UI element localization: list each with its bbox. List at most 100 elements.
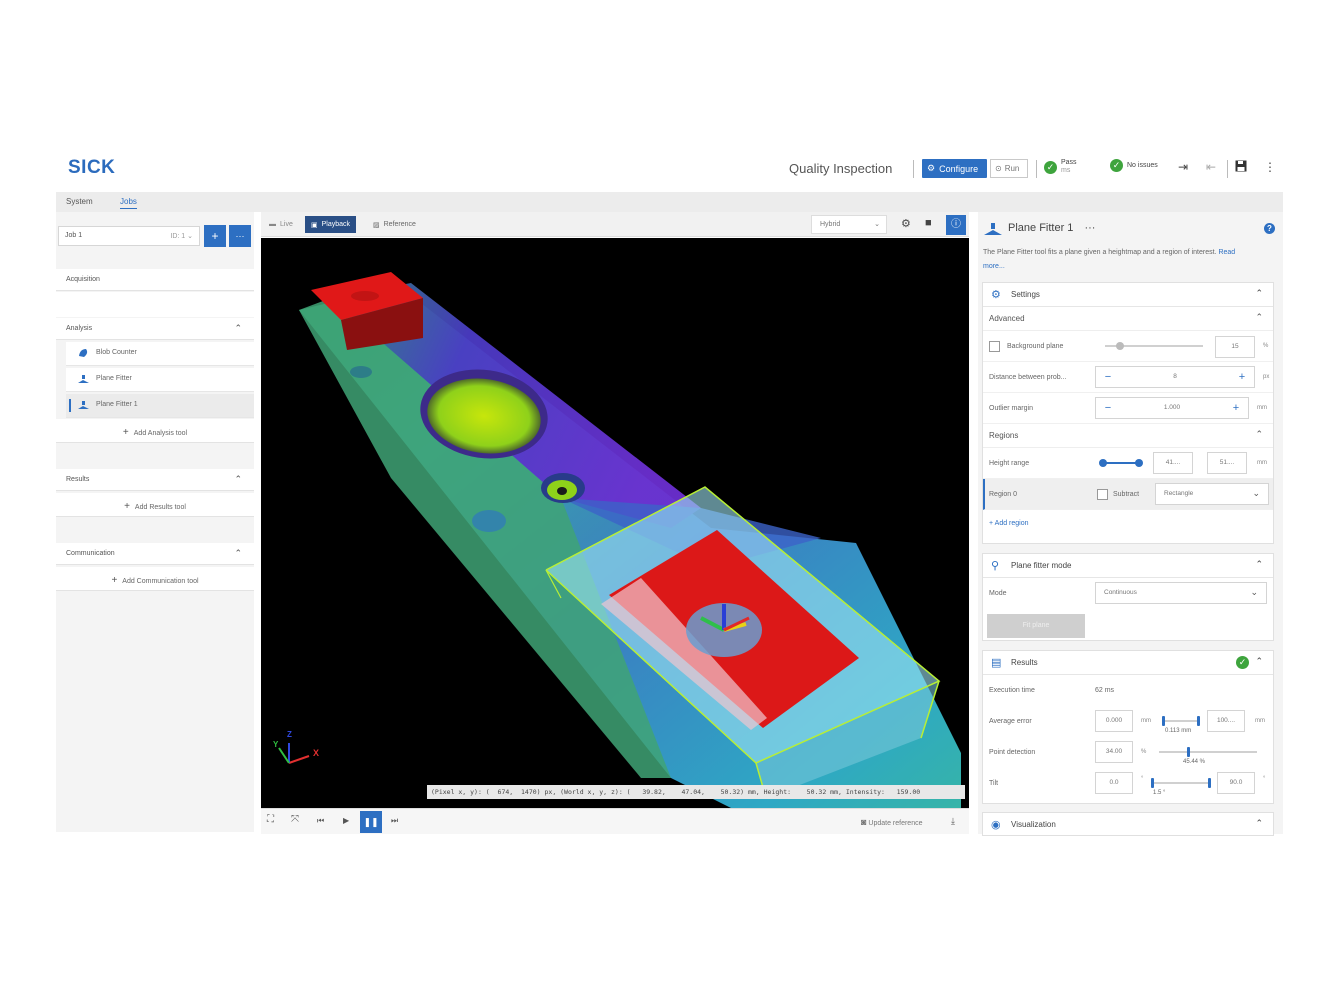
job-select[interactable]: Job 1 ID: 1 ⌄	[58, 226, 200, 246]
tool-title: Plane Fitter 1 ···	[1008, 222, 1095, 234]
advanced-title: Advanced	[989, 314, 1025, 323]
avg-range-slider[interactable]	[1163, 720, 1199, 722]
range-min-handle[interactable]	[1151, 778, 1154, 788]
add-job-button[interactable]: +	[204, 225, 226, 247]
viewer-panel: ▬ Live ▣ Playback ▨ Reference Hybrid ⌄ ⚙…	[261, 212, 969, 834]
decrement-button[interactable]: −	[1096, 398, 1120, 418]
tool-blob-counter[interactable]: Blob Counter	[66, 342, 254, 366]
chevron-up-icon: ⌃	[1255, 429, 1263, 439]
save-icon[interactable]	[1235, 160, 1247, 175]
add-analysis-tool-button[interactable]: + Add Analysis tool	[56, 419, 254, 443]
3d-heightmap-view[interactable]: X Z Y (Pixel x, y): ( 674, 1470) px, (Wo…	[261, 238, 969, 808]
subtract-checkbox[interactable]	[1097, 489, 1108, 500]
plane-fitter-mode-card: ⚲ Plane fitter mode ⌃ Mode Continuous ⌄ …	[982, 553, 1274, 641]
tool-plane-fitter[interactable]: Plane Fitter	[66, 368, 254, 392]
tab-playback[interactable]: ▣ Playback	[305, 216, 357, 233]
range-max-knob[interactable]	[1135, 459, 1143, 467]
configure-button[interactable]: ⚙ Configure	[922, 159, 987, 178]
settings-gear-icon[interactable]: ⚙	[901, 217, 911, 230]
expand-icon[interactable]: ⤧	[291, 814, 299, 825]
sick-logo: SICK	[68, 157, 116, 178]
login-icon[interactable]: ⇥	[1178, 160, 1188, 174]
results-header[interactable]: ▤ Results ✓ ⌃	[983, 651, 1273, 675]
tab-jobs[interactable]: Jobs	[120, 197, 137, 209]
unit-label: °	[1141, 776, 1144, 782]
height-range-label: Height range	[989, 460, 1030, 467]
unit-label: mm	[1141, 718, 1151, 724]
decrement-button[interactable]: −	[1096, 367, 1120, 387]
avg-min-input[interactable]: 0.000	[1095, 710, 1133, 732]
range-min-handle[interactable]	[1162, 716, 1165, 726]
run-button[interactable]: ⊙ Run	[990, 159, 1028, 178]
tab-reference[interactable]: ▨ Reference	[367, 216, 422, 233]
regions-header[interactable]: Regions ⌃	[983, 424, 1273, 448]
add-results-tool-button[interactable]: + Add Results tool	[56, 493, 254, 517]
section-communication[interactable]: Communication ⌃	[56, 543, 254, 565]
section-results[interactable]: Results ⌃	[56, 469, 254, 491]
unit-label: %	[1263, 343, 1269, 349]
skip-back-icon[interactable]: ⏮	[317, 816, 324, 826]
skip-forward-icon[interactable]: ⏭	[391, 816, 398, 826]
tab-system[interactable]: System	[66, 197, 93, 206]
pause-button[interactable]: ❚❚	[360, 811, 382, 833]
mode-select[interactable]: Continuous ⌄	[1095, 582, 1267, 604]
layout-icon[interactable]: ■	[925, 217, 932, 229]
issues-status: ✓ No issues	[1110, 159, 1158, 172]
kebab-menu-icon[interactable]: ⋮	[1264, 160, 1276, 174]
add-region-button[interactable]: + Add region	[989, 520, 1029, 527]
point-min-input[interactable]: 34.00	[1095, 741, 1133, 763]
view-mode-value: Hybrid	[820, 221, 841, 228]
update-reference-label: Update reference	[868, 820, 923, 827]
unit-label: mm	[1255, 718, 1265, 724]
camera-icon: ◙	[861, 817, 867, 827]
increment-button[interactable]: +	[1224, 398, 1248, 418]
tool-plane-fitter-1[interactable]: Plane Fitter 1	[66, 394, 254, 418]
download-icon[interactable]: ⤓	[951, 816, 955, 827]
range-max-handle[interactable]	[1197, 716, 1200, 726]
section-analysis[interactable]: Analysis ⌃	[56, 318, 254, 340]
tab-label: Playback	[321, 221, 351, 228]
range-max-handle[interactable]	[1208, 778, 1211, 788]
increment-button[interactable]: +	[1230, 367, 1254, 387]
region-0-row[interactable]: Region 0 Subtract Rectangle ⌄	[983, 479, 1273, 510]
settings-header[interactable]: ⚙ Settings ⌃	[983, 283, 1273, 307]
outlier-label: Outlier margin	[989, 405, 1033, 412]
range-min-knob[interactable]	[1099, 459, 1107, 467]
tool-more-button[interactable]: ···	[1084, 222, 1095, 234]
advanced-header[interactable]: Advanced ⌃	[983, 307, 1273, 331]
help-icon[interactable]: ?	[1264, 223, 1275, 234]
background-plane-input[interactable]: 15	[1215, 336, 1255, 358]
info-icon[interactable]: ⓘ	[946, 215, 966, 235]
fit-view-icon[interactable]: ⛶	[267, 814, 274, 825]
update-reference-button[interactable]: ◙ Update reference	[861, 817, 922, 827]
divider	[913, 160, 914, 178]
tilt-min-input[interactable]: 0.0	[1095, 772, 1133, 794]
point-threshold-handle[interactable]	[1187, 747, 1190, 757]
fit-plane-button[interactable]: Fit plane	[987, 614, 1085, 638]
height-max-input[interactable]: 51....	[1207, 452, 1247, 474]
play-icon[interactable]: ▶	[343, 816, 349, 825]
section-acquisition[interactable]: Acquisition	[56, 269, 254, 291]
tilt-max-input[interactable]: 90.0	[1217, 772, 1255, 794]
mode-header[interactable]: ⚲ Plane fitter mode ⌃	[983, 554, 1273, 578]
avg-max-input[interactable]: 100....	[1207, 710, 1245, 732]
unit-label: °	[1263, 776, 1266, 782]
outlier-stepper[interactable]: − 1.000 +	[1095, 397, 1249, 419]
tilt-range-slider[interactable]	[1153, 782, 1209, 784]
chevron-down-icon: ⌄	[1252, 488, 1260, 498]
background-plane-checkbox[interactable]	[989, 341, 1000, 352]
view-mode-select[interactable]: Hybrid ⌄	[811, 215, 887, 234]
add-region-row: + Add region	[983, 510, 1273, 541]
job-more-button[interactable]: ···	[229, 225, 251, 247]
height-range-slider[interactable]	[1103, 462, 1139, 464]
visualization-header[interactable]: ◉ Visualization ⌃	[983, 813, 1273, 837]
distance-stepper[interactable]: − 8 +	[1095, 366, 1255, 388]
app-title: Quality Inspection	[789, 161, 893, 176]
region-shape-select[interactable]: Rectangle ⌄	[1155, 483, 1269, 505]
tab-live[interactable]: ▬ Live	[263, 216, 299, 233]
slider-knob[interactable]	[1116, 342, 1124, 350]
height-min-input[interactable]: 41....	[1153, 452, 1193, 474]
logout-icon[interactable]: ⇤	[1206, 160, 1216, 174]
point-slider[interactable]	[1159, 751, 1257, 753]
add-communication-tool-button[interactable]: + Add Communication tool	[56, 567, 254, 591]
